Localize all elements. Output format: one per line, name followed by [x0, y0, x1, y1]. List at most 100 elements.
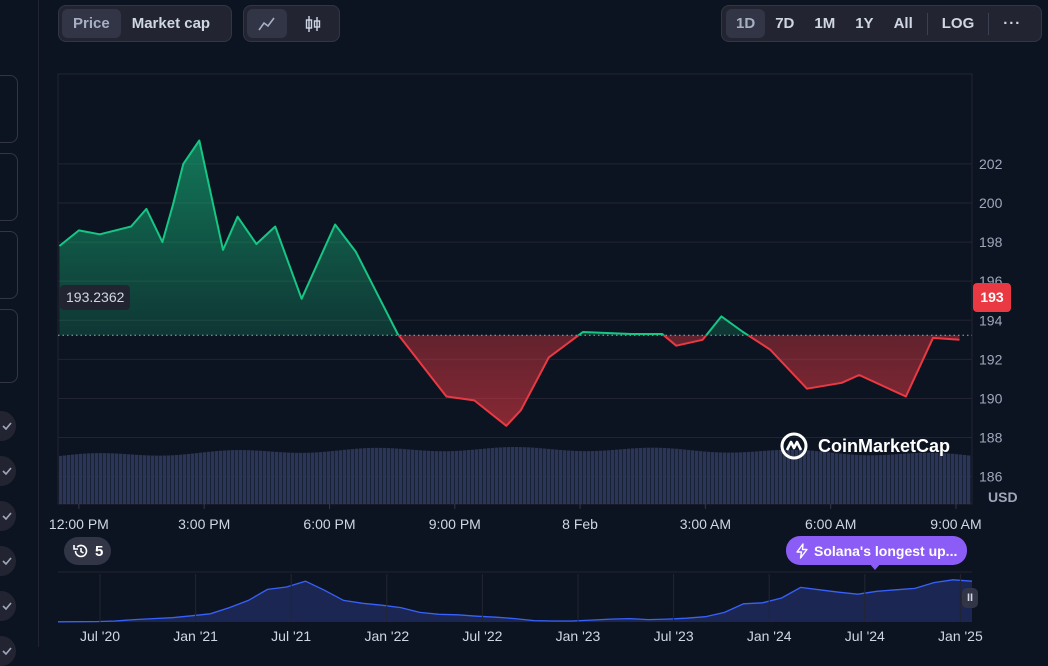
volume-bar [463, 450, 467, 504]
volume-bar [523, 447, 527, 504]
volume-bar [351, 449, 355, 504]
overview-tick-label: Jan '24 [747, 628, 792, 644]
volume-bar [147, 455, 151, 504]
overview-tick-label: Jan '22 [364, 628, 409, 644]
volume-bar [639, 447, 643, 504]
volume-bar [83, 453, 87, 504]
volume-bar [435, 451, 439, 504]
volume-bar [399, 448, 403, 504]
promo-text: Solana's longest up... [814, 542, 958, 559]
volume-bar [143, 455, 147, 504]
volume-bar [423, 450, 427, 504]
volume-bar [863, 455, 867, 504]
volume-bar [63, 455, 67, 504]
volume-bar [615, 449, 619, 504]
volume-bar [111, 453, 115, 504]
volume-bar [887, 454, 891, 504]
volume-bar [611, 449, 615, 504]
x-tick-label: 3:00 PM [178, 516, 230, 532]
volume-bar [651, 447, 655, 504]
volume-bar [535, 447, 539, 504]
volume-bar [715, 452, 719, 504]
volume-bar [159, 455, 163, 504]
volume-bar [119, 453, 123, 504]
volume-bar [459, 450, 463, 504]
volume-bar [471, 449, 475, 504]
volume-bar [299, 452, 303, 504]
x-tick-label: 6:00 AM [805, 516, 856, 532]
volume-bar [355, 448, 359, 504]
volume-bar [607, 450, 611, 504]
y-tick-label: 200 [979, 195, 1003, 211]
volume-bar [875, 455, 879, 504]
overview-tick-label: Jul '22 [462, 628, 502, 644]
pause-handle-icon[interactable]: II [962, 588, 978, 608]
promo-pointer [869, 563, 881, 570]
volume-bar [439, 451, 443, 504]
volume-bar [171, 455, 175, 504]
history-count: 5 [95, 542, 104, 560]
overview-tick-label: Jul '23 [654, 628, 694, 644]
volume-bar [283, 452, 287, 504]
history-button[interactable]: 5 [64, 537, 112, 565]
coinmarketcap-logo-icon [780, 432, 808, 460]
coinmarketcap-watermark: CoinMarketCap [778, 430, 950, 462]
volume-bar [855, 454, 859, 504]
volume-bar [443, 451, 447, 504]
volume-bar [75, 454, 79, 504]
volume-bar [211, 451, 215, 504]
volume-bar [727, 452, 731, 504]
volume-bar [279, 452, 283, 504]
y-tick-label: 192 [979, 351, 1003, 367]
volume-bar [567, 450, 571, 504]
volume-bar [411, 449, 415, 504]
volume-bar [867, 455, 871, 504]
volume-bar [623, 448, 627, 504]
volume-bar [751, 451, 755, 504]
volume-bar [371, 447, 375, 504]
volume-bar [719, 452, 723, 504]
volume-bar [167, 455, 171, 504]
volume-bar [671, 448, 675, 504]
volume-bar [635, 448, 639, 504]
volume-bar [767, 450, 771, 504]
volume-bar [235, 450, 239, 504]
overview-tick-label: Jan '25 [938, 628, 983, 644]
volume-bar [591, 451, 595, 504]
volume-bar [335, 450, 339, 504]
volume-bar [195, 453, 199, 504]
volume-bar [575, 450, 579, 504]
volume-bar [483, 448, 487, 504]
volume-bar [307, 452, 311, 504]
x-axis: 12:00 PM 3:00 PM 6:00 PM 9:00 PM 8 Feb 3:00 A… [49, 504, 982, 532]
volume-bar [367, 448, 371, 504]
volume-bar [99, 453, 103, 504]
volume-bar [275, 451, 279, 504]
volume-bar [215, 451, 219, 504]
volume-bar [263, 451, 267, 504]
volume-bar [735, 452, 739, 504]
volume-bar [771, 450, 775, 504]
volume-bar [547, 448, 551, 504]
volume-bar [871, 455, 875, 504]
x-tick-label: 12:00 PM [49, 516, 109, 532]
volume-bar [339, 450, 343, 504]
volume-bar [115, 453, 119, 504]
volume-bar [539, 448, 543, 504]
volume-bar [183, 454, 187, 504]
volume-bar [747, 451, 751, 504]
volume-bar [663, 447, 667, 504]
volume-bar [331, 451, 335, 504]
volume-bar [667, 448, 671, 504]
y-axis: 202200198196194192190188186 [979, 156, 1003, 485]
news-promo-pill[interactable]: Solana's longest up... [786, 536, 968, 565]
volume-bar [223, 450, 227, 504]
volume-bar [135, 454, 139, 504]
volume-bar [495, 447, 499, 504]
volume-bar [619, 449, 623, 504]
volume-bar [155, 455, 159, 504]
volume-bar [255, 450, 259, 504]
y-tick-label: 190 [979, 390, 1003, 406]
volume-bar [123, 454, 127, 504]
volume-bar [455, 450, 459, 504]
